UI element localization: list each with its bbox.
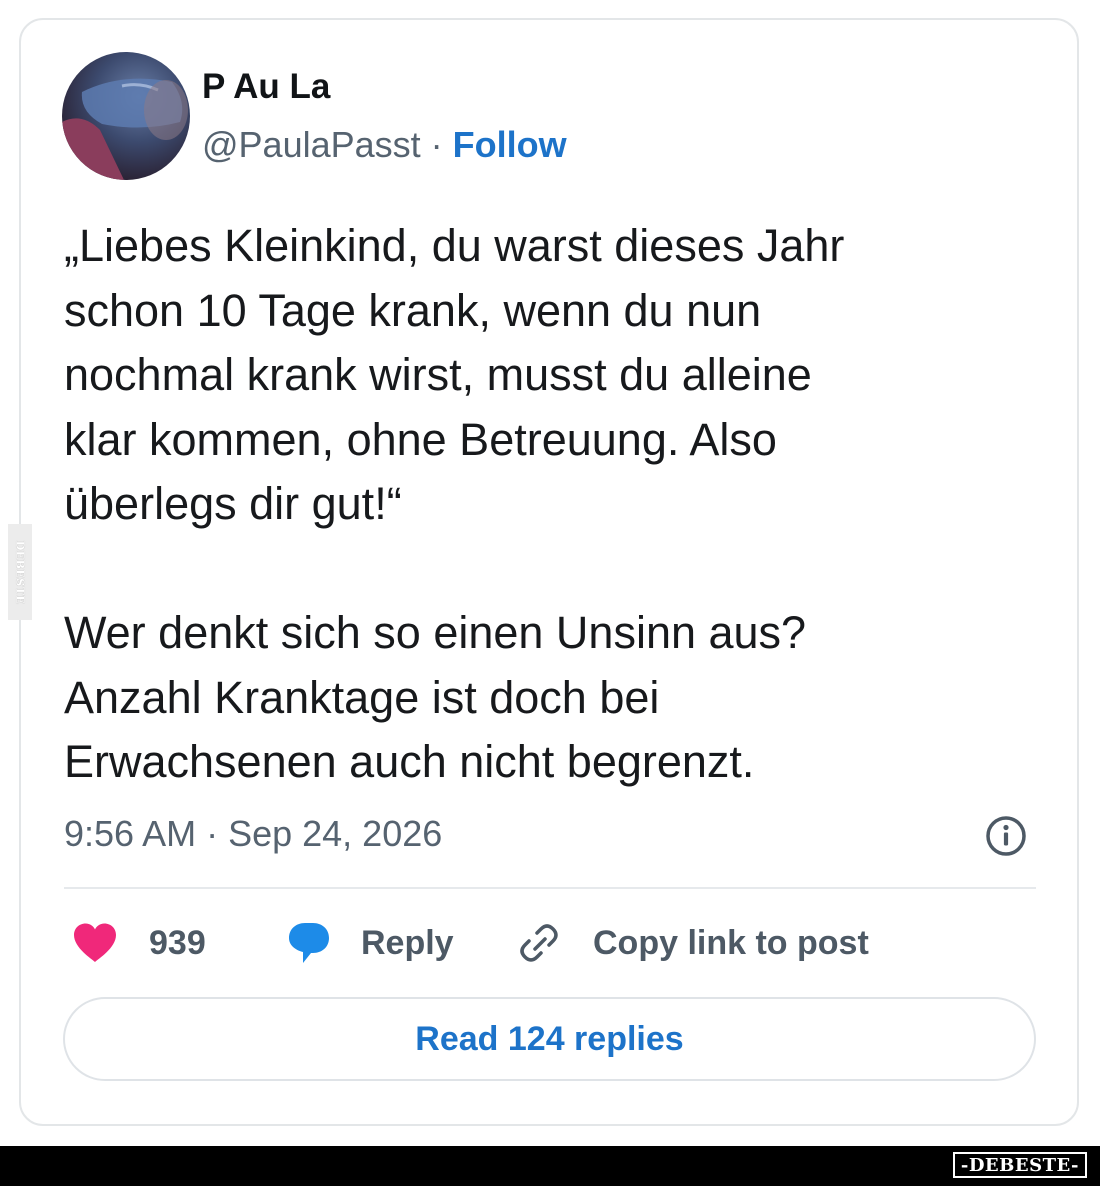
reply-label: Reply xyxy=(361,924,454,962)
brand-watermark: -DEBESTE- xyxy=(952,1152,1087,1178)
follow-button[interactable]: Follow xyxy=(453,124,567,165)
handle-separator: · xyxy=(420,124,453,165)
post-timestamp[interactable]: 9:56 AM · Sep 24, 2026 xyxy=(64,812,442,856)
copy-link-button[interactable]: Copy link to post xyxy=(515,918,869,968)
speech-bubble-icon xyxy=(285,919,333,967)
side-watermark-text: DEBESTE xyxy=(13,540,27,604)
reply-button[interactable]: Reply xyxy=(285,918,454,968)
avatar-image xyxy=(62,78,188,180)
handle-line: @PaulaPasst · Follow xyxy=(202,124,567,166)
display-name[interactable]: P Au La xyxy=(202,66,330,108)
like-button[interactable]: 939 xyxy=(72,918,206,968)
post-text: „Liebes Kleinkind, du warst dieses Jahr … xyxy=(64,220,845,787)
read-replies-label: Read 124 replies xyxy=(415,1019,684,1058)
divider xyxy=(64,887,1036,889)
info-icon[interactable] xyxy=(984,814,1028,858)
side-watermark: DEBESTE xyxy=(8,524,32,620)
user-handle[interactable]: @PaulaPasst xyxy=(202,124,421,165)
read-replies-button[interactable]: Read 124 replies xyxy=(63,997,1036,1081)
footer-bar: -DEBESTE- xyxy=(0,1146,1100,1186)
like-count: 939 xyxy=(149,924,206,962)
avatar[interactable] xyxy=(62,52,190,180)
heart-icon xyxy=(72,922,118,964)
link-icon xyxy=(515,919,563,967)
copy-link-label: Copy link to post xyxy=(593,924,869,962)
